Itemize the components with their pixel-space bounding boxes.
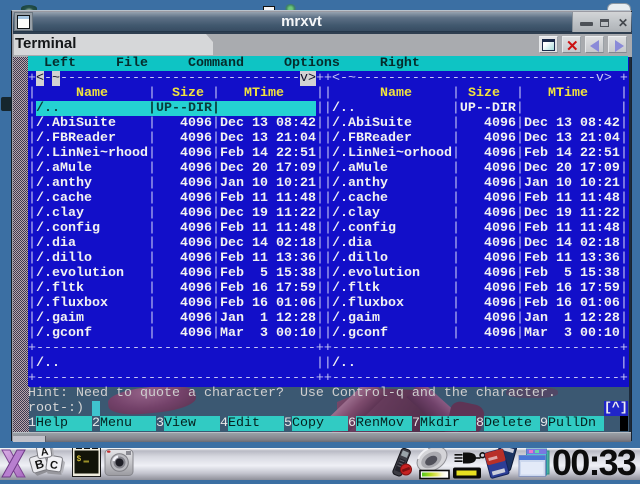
svg-text:$: $ [77, 455, 82, 464]
